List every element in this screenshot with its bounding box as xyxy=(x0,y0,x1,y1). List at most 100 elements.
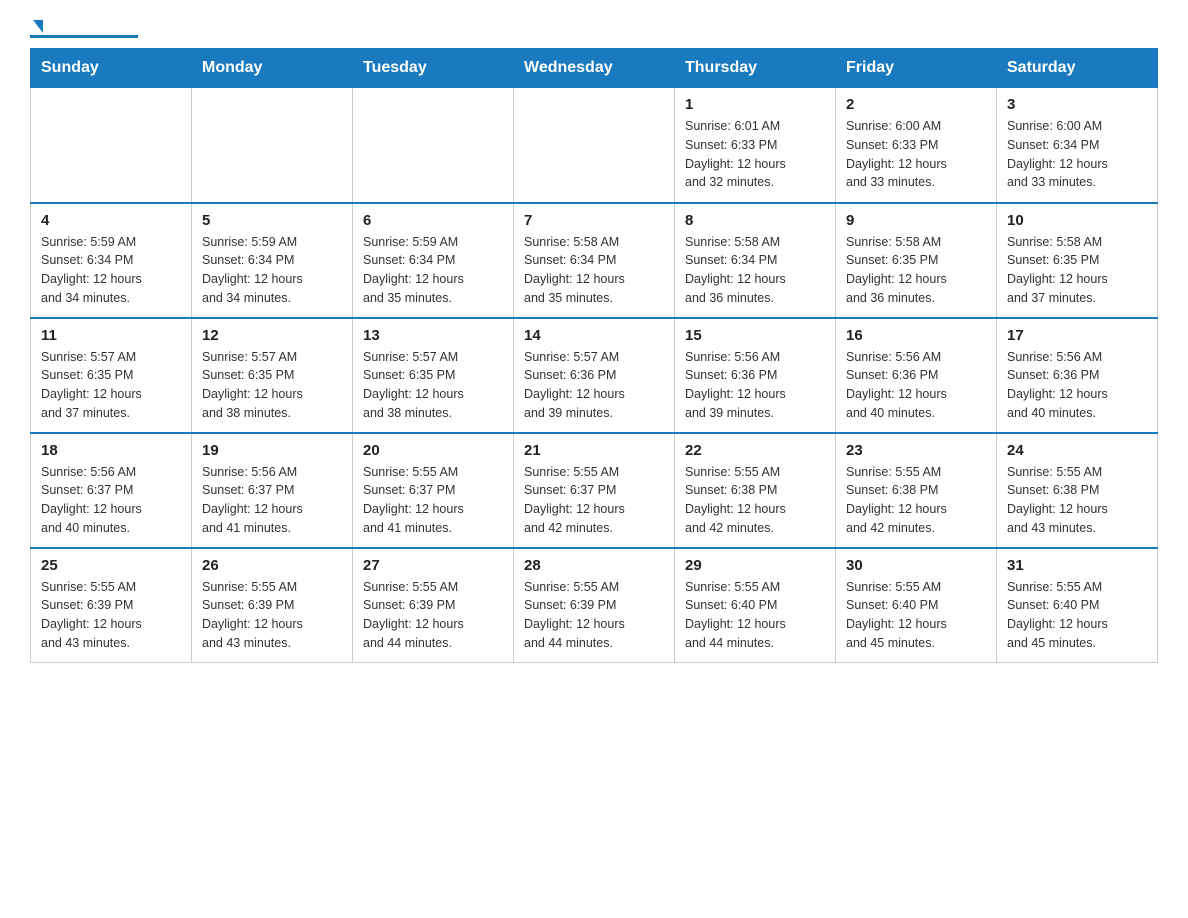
calendar-table: SundayMondayTuesdayWednesdayThursdayFrid… xyxy=(30,48,1158,663)
day-number: 3 xyxy=(1007,96,1147,113)
calendar-week-2: 4 Sunrise: 5:59 AM Sunset: 6:34 PM Daylig… xyxy=(31,203,1158,318)
page-header xyxy=(30,20,1158,38)
day-info: Sunrise: 5:56 AM Sunset: 6:36 PM Dayligh… xyxy=(846,348,986,423)
day-number: 12 xyxy=(202,327,342,344)
day-number: 7 xyxy=(524,212,664,229)
day-info: Sunrise: 5:58 AM Sunset: 6:35 PM Dayligh… xyxy=(1007,233,1147,308)
logo-underline xyxy=(30,35,138,38)
calendar-cell: 17 Sunrise: 5:56 AM Sunset: 6:36 PM Dayli… xyxy=(997,318,1158,433)
calendar-cell: 1 Sunrise: 6:01 AM Sunset: 6:33 PM Daylig… xyxy=(675,88,836,203)
day-number: 14 xyxy=(524,327,664,344)
day-number: 27 xyxy=(363,557,503,574)
calendar-cell: 20 Sunrise: 5:55 AM Sunset: 6:37 PM Dayli… xyxy=(353,433,514,548)
day-number: 11 xyxy=(41,327,181,344)
day-number: 9 xyxy=(846,212,986,229)
calendar-cell: 22 Sunrise: 5:55 AM Sunset: 6:38 PM Dayli… xyxy=(675,433,836,548)
day-info: Sunrise: 5:56 AM Sunset: 6:36 PM Dayligh… xyxy=(1007,348,1147,423)
day-number: 17 xyxy=(1007,327,1147,344)
day-number: 18 xyxy=(41,442,181,459)
day-info: Sunrise: 5:58 AM Sunset: 6:35 PM Dayligh… xyxy=(846,233,986,308)
day-number: 24 xyxy=(1007,442,1147,459)
day-info: Sunrise: 5:55 AM Sunset: 6:38 PM Dayligh… xyxy=(1007,463,1147,538)
day-number: 30 xyxy=(846,557,986,574)
day-info: Sunrise: 5:55 AM Sunset: 6:40 PM Dayligh… xyxy=(846,578,986,653)
day-info: Sunrise: 5:56 AM Sunset: 6:36 PM Dayligh… xyxy=(685,348,825,423)
day-info: Sunrise: 6:00 AM Sunset: 6:34 PM Dayligh… xyxy=(1007,117,1147,192)
day-number: 10 xyxy=(1007,212,1147,229)
day-info: Sunrise: 6:00 AM Sunset: 6:33 PM Dayligh… xyxy=(846,117,986,192)
day-info: Sunrise: 5:59 AM Sunset: 6:34 PM Dayligh… xyxy=(363,233,503,308)
calendar-cell xyxy=(192,88,353,203)
day-info: Sunrise: 5:55 AM Sunset: 6:38 PM Dayligh… xyxy=(846,463,986,538)
day-number: 8 xyxy=(685,212,825,229)
day-info: Sunrise: 5:55 AM Sunset: 6:39 PM Dayligh… xyxy=(41,578,181,653)
calendar-cell: 8 Sunrise: 5:58 AM Sunset: 6:34 PM Daylig… xyxy=(675,203,836,318)
calendar-cell: 13Sunrise: 5:57 AM Sunset: 6:35 PM Dayli… xyxy=(353,318,514,433)
day-info: Sunrise: 5:55 AM Sunset: 6:39 PM Dayligh… xyxy=(524,578,664,653)
calendar-cell: 12Sunrise: 5:57 AM Sunset: 6:35 PM Dayli… xyxy=(192,318,353,433)
calendar-cell: 5 Sunrise: 5:59 AM Sunset: 6:34 PM Daylig… xyxy=(192,203,353,318)
calendar-cell xyxy=(31,88,192,203)
calendar-cell: 4 Sunrise: 5:59 AM Sunset: 6:34 PM Daylig… xyxy=(31,203,192,318)
calendar-cell: 7 Sunrise: 5:58 AM Sunset: 6:34 PM Daylig… xyxy=(514,203,675,318)
calendar-cell: 26 Sunrise: 5:55 AM Sunset: 6:39 PM Dayli… xyxy=(192,548,353,663)
day-number: 22 xyxy=(685,442,825,459)
calendar-week-4: 18 Sunrise: 5:56 AM Sunset: 6:37 PM Dayli… xyxy=(31,433,1158,548)
day-number: 28 xyxy=(524,557,664,574)
calendar-cell xyxy=(353,88,514,203)
day-number: 19 xyxy=(202,442,342,459)
day-number: 2 xyxy=(846,96,986,113)
day-info: Sunrise: 5:59 AM Sunset: 6:34 PM Dayligh… xyxy=(41,233,181,308)
day-info: Sunrise: 5:56 AM Sunset: 6:37 PM Dayligh… xyxy=(41,463,181,538)
calendar-cell: 27 Sunrise: 5:55 AM Sunset: 6:39 PM Dayli… xyxy=(353,548,514,663)
day-info: Sunrise: 5:58 AM Sunset: 6:34 PM Dayligh… xyxy=(685,233,825,308)
calendar-cell: 6 Sunrise: 5:59 AM Sunset: 6:34 PM Daylig… xyxy=(353,203,514,318)
day-number: 1 xyxy=(685,96,825,113)
calendar-cell: 24 Sunrise: 5:55 AM Sunset: 6:38 PM Dayli… xyxy=(997,433,1158,548)
day-info: Sunrise: 5:57 AM Sunset: 6:35 PM Dayligh… xyxy=(363,348,503,423)
weekday-header-saturday: Saturday xyxy=(997,49,1158,88)
weekday-header-row: SundayMondayTuesdayWednesdayThursdayFrid… xyxy=(31,49,1158,88)
weekday-header-thursday: Thursday xyxy=(675,49,836,88)
day-info: Sunrise: 5:55 AM Sunset: 6:37 PM Dayligh… xyxy=(524,463,664,538)
day-info: Sunrise: 5:59 AM Sunset: 6:34 PM Dayligh… xyxy=(202,233,342,308)
day-info: Sunrise: 5:55 AM Sunset: 6:37 PM Dayligh… xyxy=(363,463,503,538)
calendar-cell: 15 Sunrise: 5:56 AM Sunset: 6:36 PM Dayli… xyxy=(675,318,836,433)
calendar-cell: 19 Sunrise: 5:56 AM Sunset: 6:37 PM Dayli… xyxy=(192,433,353,548)
day-number: 16 xyxy=(846,327,986,344)
calendar-week-1: 1 Sunrise: 6:01 AM Sunset: 6:33 PM Daylig… xyxy=(31,88,1158,203)
day-number: 20 xyxy=(363,442,503,459)
calendar-cell: 9 Sunrise: 5:58 AM Sunset: 6:35 PM Daylig… xyxy=(836,203,997,318)
day-number: 6 xyxy=(363,212,503,229)
day-info: Sunrise: 5:58 AM Sunset: 6:34 PM Dayligh… xyxy=(524,233,664,308)
calendar-cell xyxy=(514,88,675,203)
day-number: 21 xyxy=(524,442,664,459)
calendar-cell: 21 Sunrise: 5:55 AM Sunset: 6:37 PM Dayli… xyxy=(514,433,675,548)
day-info: Sunrise: 5:55 AM Sunset: 6:38 PM Dayligh… xyxy=(685,463,825,538)
calendar-cell: 29Sunrise: 5:55 AM Sunset: 6:40 PM Dayli… xyxy=(675,548,836,663)
weekday-header-friday: Friday xyxy=(836,49,997,88)
calendar-week-3: 11 Sunrise: 5:57 AM Sunset: 6:35 PM Dayli… xyxy=(31,318,1158,433)
calendar-cell: 28 Sunrise: 5:55 AM Sunset: 6:39 PM Dayli… xyxy=(514,548,675,663)
logo xyxy=(30,20,138,38)
day-info: Sunrise: 6:01 AM Sunset: 6:33 PM Dayligh… xyxy=(685,117,825,192)
day-number: 23 xyxy=(846,442,986,459)
calendar-cell: 30 Sunrise: 5:55 AM Sunset: 6:40 PM Dayli… xyxy=(836,548,997,663)
day-info: Sunrise: 5:55 AM Sunset: 6:39 PM Dayligh… xyxy=(363,578,503,653)
day-number: 5 xyxy=(202,212,342,229)
day-number: 26 xyxy=(202,557,342,574)
calendar-cell: 2 Sunrise: 6:00 AM Sunset: 6:33 PM Daylig… xyxy=(836,88,997,203)
weekday-header-tuesday: Tuesday xyxy=(353,49,514,88)
day-number: 31 xyxy=(1007,557,1147,574)
weekday-header-sunday: Sunday xyxy=(31,49,192,88)
day-info: Sunrise: 5:55 AM Sunset: 6:40 PM Dayligh… xyxy=(685,578,825,653)
weekday-header-wednesday: Wednesday xyxy=(514,49,675,88)
calendar-cell: 18 Sunrise: 5:56 AM Sunset: 6:37 PM Dayli… xyxy=(31,433,192,548)
calendar-cell: 25 Sunrise: 5:55 AM Sunset: 6:39 PM Dayli… xyxy=(31,548,192,663)
day-number: 15 xyxy=(685,327,825,344)
day-info: Sunrise: 5:56 AM Sunset: 6:37 PM Dayligh… xyxy=(202,463,342,538)
day-number: 4 xyxy=(41,212,181,229)
day-info: Sunrise: 5:55 AM Sunset: 6:39 PM Dayligh… xyxy=(202,578,342,653)
day-number: 25 xyxy=(41,557,181,574)
calendar-cell: 23 Sunrise: 5:55 AM Sunset: 6:38 PM Dayli… xyxy=(836,433,997,548)
